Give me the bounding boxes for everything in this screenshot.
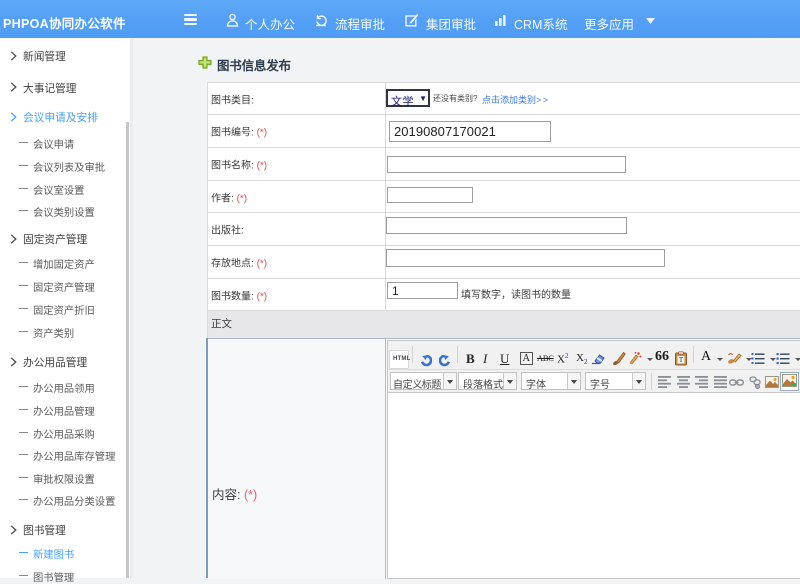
svg-text:T: T [679, 356, 684, 364]
